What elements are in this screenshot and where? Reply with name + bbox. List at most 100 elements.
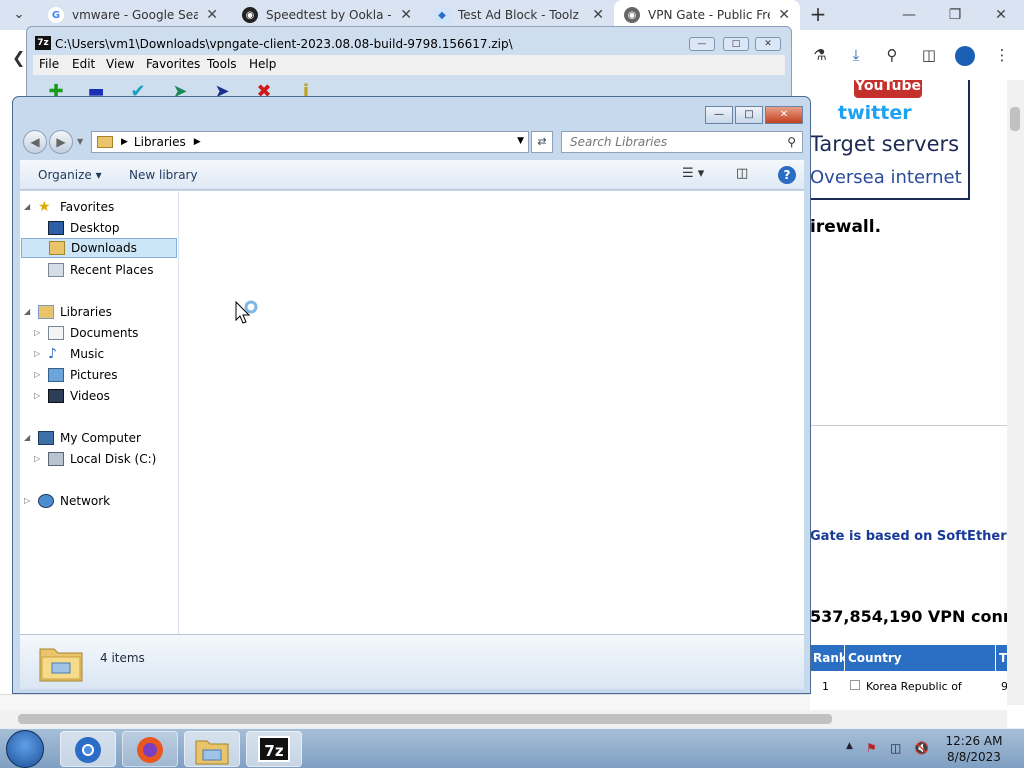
navigation-pane: ◢ ★ Favorites Desktop Downloads Recent P… xyxy=(20,191,179,634)
close-tab-icon[interactable]: ✕ xyxy=(778,7,790,23)
star-icon: ★ xyxy=(38,199,51,215)
nav-label: Network xyxy=(60,494,111,508)
side-panel-icon[interactable]: ◫ xyxy=(918,44,940,66)
nav-label: Desktop xyxy=(70,221,120,235)
nav-pictures[interactable]: ▷ Pictures xyxy=(34,365,118,385)
softether-link[interactable]: Gate is based on SoftEther VPN, a xyxy=(810,529,1008,544)
menu-file[interactable]: File xyxy=(39,57,59,71)
command-bar: Organize ▾ New library ☰ ▾ ◫ ? xyxy=(20,160,804,190)
nav-label: Libraries xyxy=(60,305,112,319)
forward-button[interactable]: ▶ xyxy=(49,130,73,154)
close-browser-button[interactable]: ✕ xyxy=(978,0,1024,30)
avatar[interactable] xyxy=(955,46,975,66)
expand-icon[interactable]: ▷ xyxy=(34,365,44,385)
address-dropdown-icon[interactable]: ▼ xyxy=(517,136,524,146)
search-icon[interactable]: ⚲ xyxy=(881,44,903,66)
nav-videos[interactable]: ▷ Videos xyxy=(34,386,110,406)
change-view-icon[interactable]: ☰ ▾ xyxy=(682,166,704,181)
minimize-button[interactable]: — xyxy=(705,106,733,124)
search-input[interactable]: Search Libraries ⚲ xyxy=(561,131,803,153)
menu-edit[interactable]: Edit xyxy=(72,57,95,71)
volume-muted-icon[interactable]: 🔇 xyxy=(914,741,929,755)
nav-documents[interactable]: ▷ Documents xyxy=(34,323,138,343)
taskbar-chrome[interactable] xyxy=(60,731,116,767)
refresh-button[interactable]: ⇄ xyxy=(531,131,553,153)
nav-desktop[interactable]: Desktop xyxy=(48,218,120,238)
nav-libraries[interactable]: ◢ Libraries xyxy=(24,302,112,322)
nav-my-computer[interactable]: ◢ My Computer xyxy=(24,428,141,448)
close-button[interactable]: ✕ xyxy=(765,106,803,124)
desktop: ⌄ G vmware - Google Search ✕ ◉ Speedtest… xyxy=(0,0,1024,768)
nav-music[interactable]: ▷ ♪ Music xyxy=(34,344,104,364)
start-button[interactable] xyxy=(6,730,44,768)
menu-view[interactable]: View xyxy=(106,57,134,71)
taskbar-firefox[interactable] xyxy=(122,731,178,767)
expand-icon[interactable]: ▷ xyxy=(34,386,44,406)
tab-title: vmware - Google Search xyxy=(72,8,199,22)
maximize-button[interactable]: □ xyxy=(735,106,763,124)
network-icon xyxy=(38,494,54,508)
expand-icon[interactable]: ▷ xyxy=(34,449,44,469)
breadcrumb-chevron-icon[interactable]: ▶ xyxy=(121,137,128,147)
download-icon[interactable]: ⤓ xyxy=(845,44,867,66)
vpngate-banner: YouTube twitter Target servers Oversea i… xyxy=(810,80,970,200)
collapse-icon[interactable]: ◢ xyxy=(24,197,34,217)
menu-help[interactable]: Help xyxy=(249,57,276,71)
nav-downloads[interactable]: Downloads xyxy=(21,238,177,258)
sevenzip-app-icon: 7z xyxy=(35,36,51,50)
collapse-icon[interactable]: ◢ xyxy=(24,428,34,448)
connection-count: 537,854,190 VPN connectio xyxy=(810,607,1008,626)
nav-recent-places[interactable]: Recent Places xyxy=(48,260,153,280)
close-tab-icon[interactable]: ✕ xyxy=(400,7,412,23)
minimize-button[interactable]: — xyxy=(689,37,715,51)
tab-title: VPN Gate - Public Free xyxy=(648,8,771,22)
vertical-scrollbar[interactable] xyxy=(1007,80,1024,705)
action-center-icon[interactable]: ⚑ xyxy=(866,741,877,755)
back-arrow-icon[interactable]: ❮ xyxy=(12,48,25,67)
expand-icon[interactable]: ▷ xyxy=(24,491,34,511)
minimize-browser-button[interactable]: — xyxy=(886,0,932,30)
close-tab-icon[interactable]: ✕ xyxy=(206,7,218,23)
nav-local-disk[interactable]: ▷ Local Disk (C:) xyxy=(34,449,156,469)
search-icon[interactable]: ⚲ xyxy=(787,132,796,152)
show-hidden-icons-icon[interactable]: ▲ xyxy=(846,741,853,751)
shield-icon: ◆ xyxy=(434,7,450,23)
nav-network[interactable]: ▷ Network xyxy=(24,491,110,511)
restore-browser-button[interactable]: ❐ xyxy=(932,0,978,30)
breadcrumb-libraries[interactable]: Libraries xyxy=(134,135,186,149)
vertical-scroll-thumb[interactable] xyxy=(1010,107,1020,131)
back-button[interactable]: ◀ xyxy=(23,130,47,154)
clock[interactable]: 12:26 AM 8/8/2023 xyxy=(944,733,1004,765)
preview-pane-icon[interactable]: ◫ xyxy=(736,166,748,181)
expand-icon[interactable]: ▷ xyxy=(34,344,44,364)
close-button[interactable]: ✕ xyxy=(755,37,781,51)
close-tab-icon[interactable]: ✕ xyxy=(592,7,604,23)
menu-favorites[interactable]: Favorites xyxy=(146,57,200,71)
menu-tools[interactable]: Tools xyxy=(207,57,237,71)
clock-date: 8/8/2023 xyxy=(947,750,1001,764)
file-list-area[interactable] xyxy=(179,191,804,634)
taskbar-explorer[interactable] xyxy=(184,731,240,767)
nav-label: Local Disk (C:) xyxy=(70,452,157,466)
organize-button[interactable]: Organize ▾ xyxy=(38,168,102,182)
tab-search-dropdown[interactable]: ⌄ xyxy=(8,4,30,26)
expand-icon[interactable]: ▷ xyxy=(34,323,44,343)
firefox-icon xyxy=(137,737,163,763)
taskbar-sevenzip[interactable]: 7z xyxy=(246,731,302,767)
new-tab-button[interactable]: + xyxy=(806,3,830,27)
nav-label: Music xyxy=(70,347,105,361)
address-bar[interactable]: ▶ Libraries ▶ ▼ xyxy=(91,131,529,153)
collapse-icon[interactable]: ◢ xyxy=(24,302,34,322)
google-icon: G xyxy=(48,7,64,23)
maximize-button[interactable]: □ xyxy=(723,37,749,51)
recent-pages-chevron-icon[interactable]: ▼ xyxy=(77,137,83,146)
breadcrumb-chevron-icon[interactable]: ▶ xyxy=(194,137,201,147)
downloads-folder-icon xyxy=(49,241,65,255)
new-library-button[interactable]: New library xyxy=(129,168,198,182)
more-menu-icon[interactable]: ⋮ xyxy=(991,44,1013,66)
labs-flask-icon[interactable]: ⚗ xyxy=(809,44,831,66)
help-button[interactable]: ? xyxy=(778,166,796,184)
network-tray-icon[interactable]: ◫ xyxy=(890,741,901,755)
horizontal-scroll-thumb[interactable] xyxy=(18,714,832,724)
nav-favorites[interactable]: ◢ ★ Favorites xyxy=(24,197,114,217)
